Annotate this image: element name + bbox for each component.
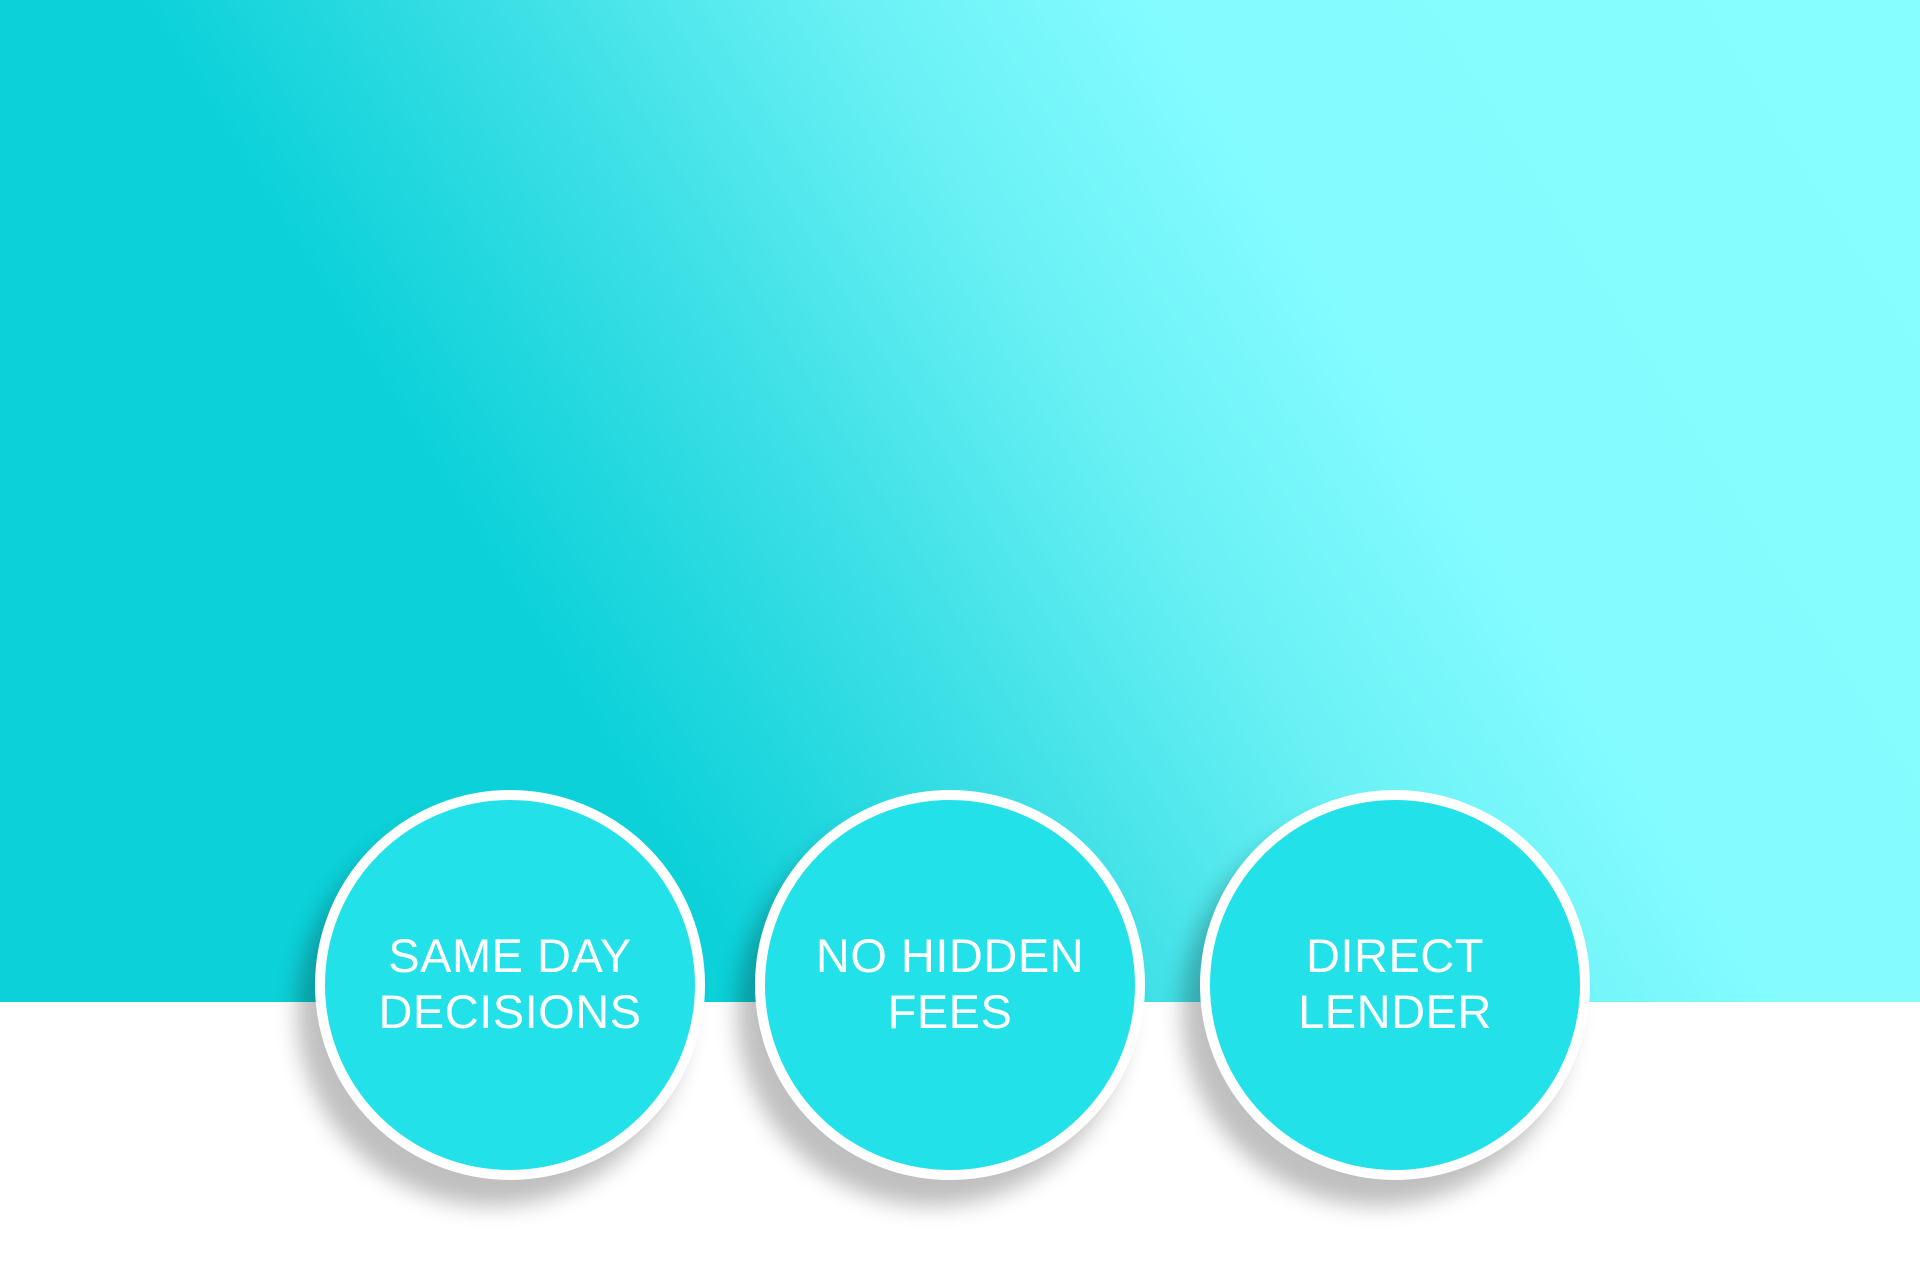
badge-label: NO HIDDEN FEES — [815, 929, 1085, 1038]
badge-direct-lender: DIRECT LENDER — [1200, 790, 1590, 1180]
badge-no-hidden-fees: NO HIDDEN FEES — [755, 790, 1145, 1180]
badge-label: SAME DAY DECISIONS — [378, 929, 642, 1038]
badge-label: DIRECT LENDER — [1298, 929, 1492, 1038]
badge-same-day-decisions: SAME DAY DECISIONS — [315, 790, 705, 1180]
banner: SAME DAY DECISIONS NO HIDDEN FEES DIRECT… — [0, 0, 1920, 1280]
